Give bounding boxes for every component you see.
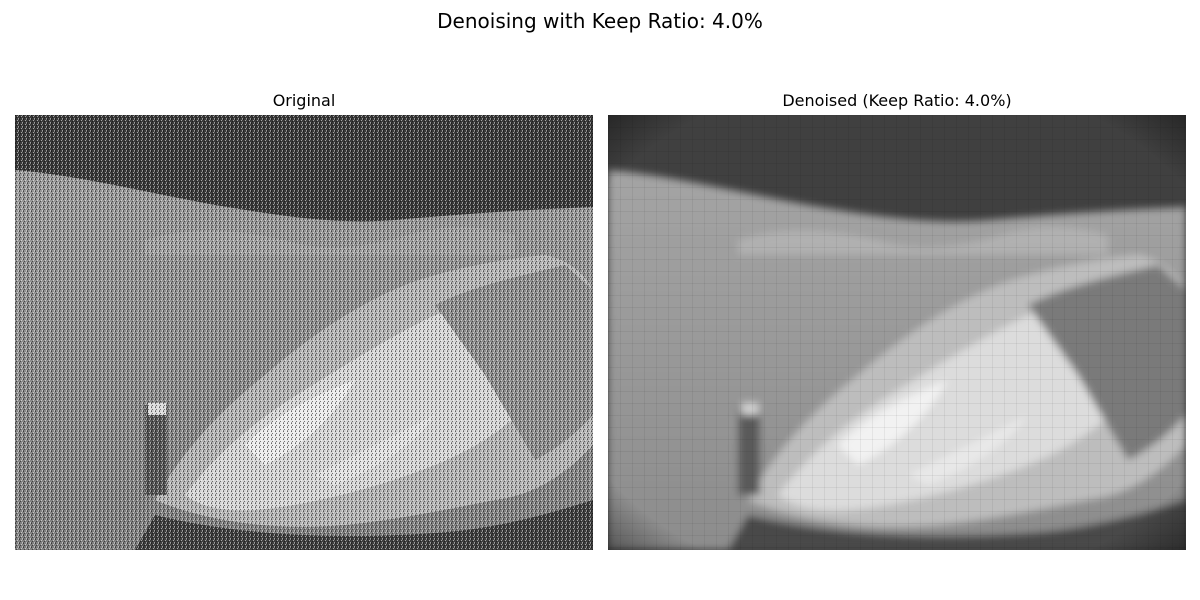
figure-title: Denoising with Keep Ratio: 4.0% — [437, 9, 763, 33]
original-panel-title: Original — [272, 91, 336, 110]
denoised-image — [608, 115, 1186, 550]
original-image — [15, 115, 593, 550]
denoised-panel-title: Denoised (Keep Ratio: 4.0%) — [782, 91, 1012, 110]
